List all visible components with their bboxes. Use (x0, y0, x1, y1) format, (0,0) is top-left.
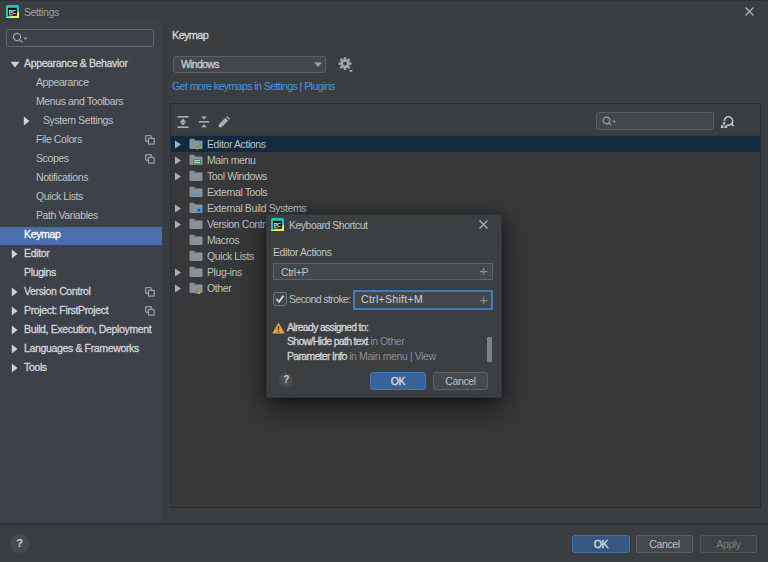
svg-text:PC: PC (9, 9, 16, 15)
svg-text:PC: PC (274, 222, 281, 228)
